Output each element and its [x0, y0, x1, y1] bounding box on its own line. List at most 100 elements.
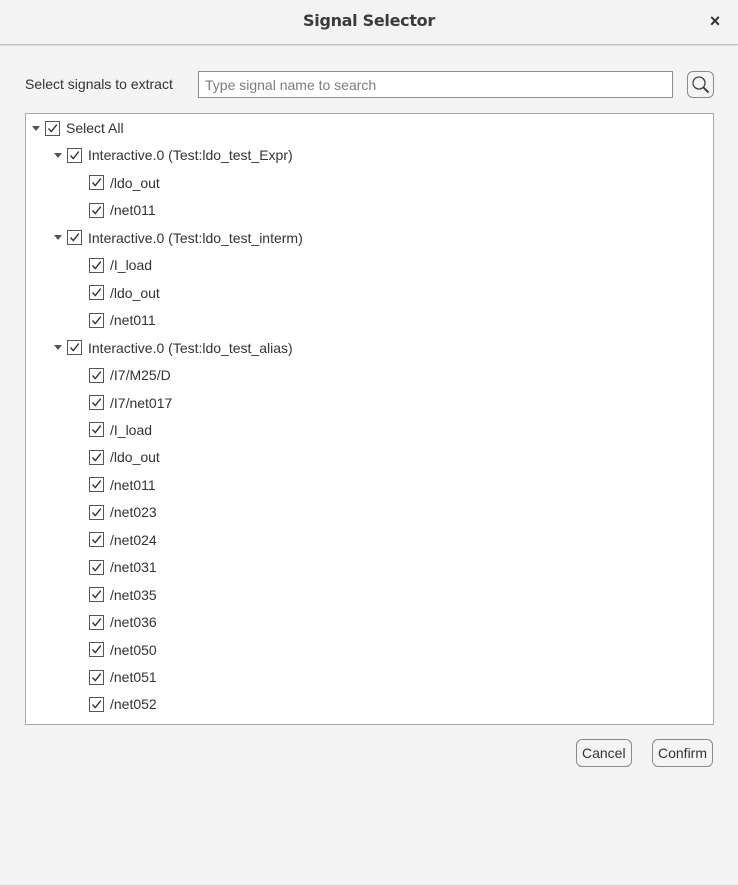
checkbox[interactable] [89, 587, 104, 603]
dialog-title: Signal Selector [303, 11, 435, 30]
close-icon[interactable]: × [706, 11, 724, 31]
checkmark-icon [91, 398, 102, 407]
signal-item[interactable]: /net051 [89, 666, 157, 688]
confirm-button[interactable]: Confirm [652, 739, 714, 767]
tree-item-label: /net011 [110, 476, 156, 493]
checkmark-icon [91, 562, 102, 572]
signal-item[interactable]: /I7/M25/D [89, 364, 171, 386]
checkbox[interactable] [89, 696, 104, 712]
checkbox[interactable] [89, 559, 104, 575]
checkmark-icon [91, 480, 102, 490]
checkmark-icon [91, 315, 102, 325]
tree-item-label: /net024 [110, 531, 157, 548]
signal-item[interactable]: /I7/net017 [89, 392, 172, 414]
triangle-down-icon[interactable] [54, 152, 62, 158]
signal-item[interactable]: /net023 [89, 501, 157, 523]
checkmark-icon [91, 672, 102, 682]
checkbox[interactable] [89, 257, 104, 273]
select-all-item[interactable]: Select All [32, 117, 124, 139]
checkbox[interactable] [89, 614, 104, 630]
tree-group-item[interactable]: Interactive.0 (Test:ldo_test_interm) [54, 227, 303, 249]
tree-item-label: Select All [66, 120, 124, 136]
search-icon [692, 76, 710, 94]
tree-item-label: Interactive.0 (Test:ldo_test_interm) [88, 229, 303, 246]
tree-item-label: /ldo_out [110, 174, 160, 191]
checkbox[interactable] [67, 147, 82, 163]
checkbox[interactable] [89, 175, 104, 191]
checkbox[interactable] [45, 120, 60, 136]
tree-item-label: /ldo_out [110, 284, 160, 301]
tree-group-item[interactable]: Interactive.0 (Test:ldo_test_Expr) [54, 144, 293, 166]
search-button[interactable] [687, 71, 714, 98]
tree-group-item[interactable]: Interactive.0 (Test:ldo_test_alias) [54, 337, 293, 359]
signal-item[interactable]: /net052 [89, 693, 157, 715]
search-label: Select signals to extract [25, 76, 173, 92]
tree-item-label: /I_load [110, 421, 153, 438]
checkmark-icon [91, 206, 102, 215]
checkmark-icon [91, 288, 102, 297]
signal-tree[interactable]: Select All Interactive.0 (Test:ldo_test_E… [25, 113, 714, 725]
signal-item[interactable]: /net011 [89, 474, 156, 496]
signal-item[interactable]: /ldo_out [89, 446, 160, 468]
checkmark-icon [69, 233, 80, 242]
signal-item[interactable]: /net011 [89, 199, 156, 221]
triangle-down-icon[interactable] [54, 235, 62, 241]
checkmark-icon [91, 535, 102, 544]
tree-item-label: /I7/net017 [110, 394, 173, 411]
checkbox[interactable] [89, 642, 104, 658]
signal-item[interactable]: /I_load [89, 419, 152, 441]
tree-item-label: /net050 [110, 641, 157, 658]
signal-item[interactable]: /net031 [89, 556, 157, 578]
checkbox[interactable] [89, 202, 104, 218]
checkmark-icon [91, 645, 102, 654]
triangle-down-icon[interactable] [54, 345, 62, 351]
title-bar: Signal Selector × [0, 0, 738, 45]
tree-item-label: /I7/M25/D [110, 367, 171, 384]
signal-item[interactable]: /net050 [89, 639, 157, 661]
checkbox[interactable] [89, 504, 104, 520]
checkmark-icon [91, 425, 102, 435]
tree-item-label: /net036 [110, 614, 157, 631]
signal-item[interactable]: /net024 [89, 529, 157, 551]
checkbox[interactable] [89, 477, 104, 493]
signal-item[interactable]: /I_load [89, 254, 152, 276]
tree-item-label: /net052 [110, 696, 157, 713]
checkbox[interactable] [67, 230, 82, 246]
checkbox[interactable] [89, 285, 104, 301]
signal-search-input[interactable] [198, 71, 673, 98]
checkbox[interactable] [89, 395, 104, 410]
checkbox[interactable] [67, 340, 82, 356]
checkmark-icon [91, 700, 102, 709]
tree-item-label: /net023 [110, 504, 157, 521]
tree-item-label: /net031 [110, 559, 157, 576]
checkmark-icon [47, 123, 58, 133]
tree-item-label: /net035 [110, 586, 157, 603]
checkbox[interactable] [89, 449, 104, 465]
checkbox[interactable] [89, 669, 104, 685]
signal-item[interactable]: /net035 [89, 584, 157, 606]
signal-item[interactable]: /net036 [89, 611, 157, 633]
signal-item[interactable]: /net011 [89, 309, 156, 331]
tree-item-label: Interactive.0 (Test:ldo_test_alias) [88, 339, 293, 356]
checkmark-icon [91, 617, 102, 627]
triangle-down-icon[interactable] [32, 125, 40, 131]
checkmark-icon [91, 507, 102, 517]
tree-item-label: /net011 [110, 312, 156, 329]
checkmark-icon [69, 343, 80, 352]
checkmark-icon [91, 590, 102, 599]
checkmark-icon [91, 260, 102, 270]
tree-item-label: /ldo_out [110, 449, 160, 466]
tree-item-label: /I_load [110, 257, 153, 274]
checkmark-icon [69, 151, 80, 160]
tree-item-label: Interactive.0 (Test:ldo_test_Expr) [88, 147, 293, 164]
checkbox[interactable] [89, 532, 104, 548]
checkmark-icon [91, 370, 102, 380]
checkbox[interactable] [89, 367, 104, 383]
signal-item[interactable]: /ldo_out [89, 172, 160, 194]
tree-item-label: /net051 [110, 669, 157, 685]
signal-item[interactable]: /ldo_out [89, 282, 160, 304]
cancel-button[interactable]: Cancel [576, 739, 632, 767]
checkbox[interactable] [89, 422, 104, 438]
checkmark-icon [91, 453, 102, 462]
checkbox[interactable] [89, 312, 104, 328]
